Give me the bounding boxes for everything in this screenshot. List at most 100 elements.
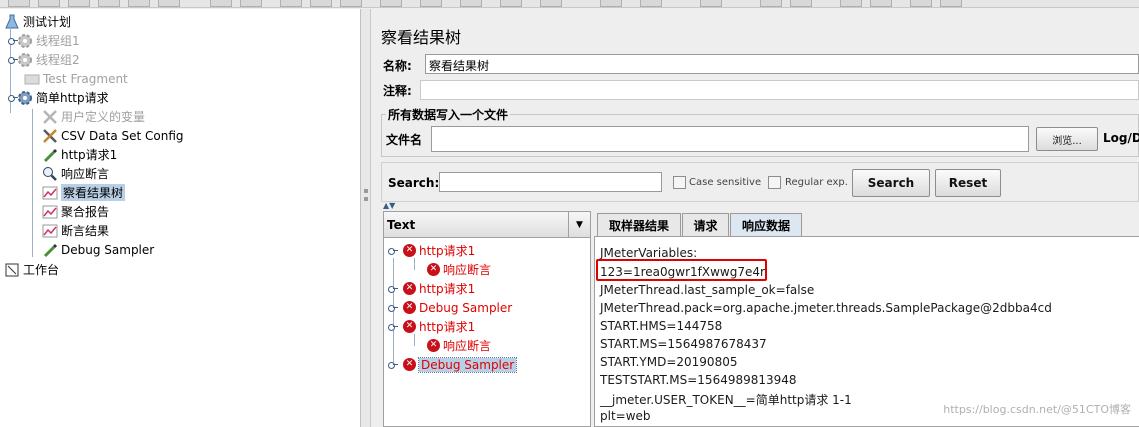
toolbar-button[interactable] <box>420 0 442 7</box>
tree-item-test-fragment[interactable]: Test Fragment <box>24 69 128 88</box>
pane-splitter[interactable] <box>361 9 371 427</box>
response-line: JMeterThread.pack=org.apache.jmeter.thre… <box>600 301 1052 315</box>
tree-item-aggregate-report[interactable]: 聚合报告 <box>42 202 109 221</box>
case-sensitive-checkbox[interactable] <box>673 176 686 189</box>
highlight-annotation <box>596 259 767 281</box>
name-label: 名称: <box>383 59 412 73</box>
toolbar-button[interactable] <box>8 0 30 7</box>
tree-item-assertion-results[interactable]: 断言结果 <box>42 221 109 240</box>
tree-item-label: http请求1 <box>61 148 118 162</box>
file-output-group-title: 所有数据写入一个文件 <box>386 106 511 123</box>
toolbar-button[interactable] <box>158 0 180 7</box>
tree-toggle-icon[interactable] <box>388 303 398 312</box>
gear-icon <box>17 90 33 106</box>
magnifier-icon <box>42 166 58 182</box>
search-button[interactable]: Search <box>852 169 930 197</box>
toolbar-button[interactable] <box>640 0 662 7</box>
tree-item-debug-sampler[interactable]: Debug Sampler <box>42 240 154 259</box>
result-item[interactable]: ✕ 响应断言 <box>427 336 491 355</box>
response-line: START.YMD=20190805 <box>600 355 738 369</box>
tree-item-workbench[interactable]: 工作台 <box>4 260 59 279</box>
toolbar-button[interactable] <box>280 0 302 7</box>
error-shield-icon: ✕ <box>427 339 440 352</box>
response-line: START.HMS=144758 <box>600 319 723 333</box>
result-item-label: http请求1 <box>419 282 476 296</box>
toolbar-button[interactable] <box>240 0 262 7</box>
tree-item-simple-http[interactable]: 简单http请求 <box>8 88 109 107</box>
regex-checkbox[interactable] <box>768 176 781 189</box>
tree-toggle-icon[interactable] <box>8 55 18 64</box>
tree-item-test-plan[interactable]: 测试计划 <box>4 12 71 31</box>
result-item[interactable]: ✕ 响应断言 <box>427 260 491 279</box>
pipette-icon <box>42 147 58 163</box>
toolbar-button[interactable] <box>500 0 522 7</box>
tree-toggle-icon[interactable] <box>388 284 398 293</box>
toolbar-button[interactable] <box>68 0 90 7</box>
toolbar-button[interactable] <box>760 0 782 7</box>
tab-request[interactable]: 请求 <box>682 213 729 236</box>
toolbar-button[interactable] <box>128 0 150 7</box>
toolbar-button[interactable] <box>940 0 962 7</box>
comment-label: 注释: <box>383 84 412 98</box>
toolbar-button[interactable] <box>840 0 862 7</box>
toolbar-button[interactable] <box>38 0 60 7</box>
result-item-label: Debug Sampler <box>417 356 518 373</box>
tree-toggle-icon[interactable] <box>8 36 18 45</box>
toolbar-button[interactable] <box>210 0 232 7</box>
browse-button[interactable]: 浏览... <box>1036 127 1098 151</box>
result-item-label: http请求1 <box>419 320 476 334</box>
tree-toggle-icon[interactable] <box>388 322 398 331</box>
result-item[interactable]: ✕ http请求1 <box>388 317 475 336</box>
tree-item-response-assertion[interactable]: 响应断言 <box>42 164 109 183</box>
result-item-selected[interactable]: ✕ Debug Sampler <box>388 355 518 374</box>
tree-item-label: 简单http请求 <box>36 91 109 105</box>
tree-item-thread-group-2[interactable]: 线程组2 <box>8 50 80 69</box>
tree-item-csv-config[interactable]: CSV Data Set Config <box>42 126 184 145</box>
response-line: JMeterThread.last_sample_ok=false <box>600 283 815 297</box>
toolbar-button[interactable] <box>600 0 622 7</box>
toolbar-button[interactable] <box>98 0 120 7</box>
toolbar-button[interactable] <box>790 0 812 7</box>
tab-response-data[interactable]: 响应数据 <box>730 213 802 236</box>
name-field[interactable]: 察看结果树 <box>425 54 1139 74</box>
result-item[interactable]: ✕ http请求1 <box>388 241 475 260</box>
regex-label: Regular exp. <box>785 177 848 188</box>
tree-item-view-results-tree[interactable]: 察看结果树 <box>42 183 126 202</box>
tab-sampler-result[interactable]: 取样器结果 <box>597 213 681 236</box>
search-input[interactable] <box>439 172 662 192</box>
toolbar-button[interactable] <box>310 0 332 7</box>
tree-toggle-icon[interactable] <box>388 246 398 255</box>
toolbar-button[interactable] <box>460 0 482 7</box>
toolbar-button[interactable] <box>910 0 932 7</box>
error-shield-icon: ✕ <box>403 244 416 257</box>
result-item-label: 响应断言 <box>443 339 492 353</box>
error-shield-icon: ✕ <box>403 301 416 314</box>
tree-item-label: Test Fragment <box>43 71 128 86</box>
response-line: TESTSTART.MS=1564989813948 <box>600 373 797 387</box>
collapse-arrows-icon[interactable]: ▲▼ <box>383 201 395 210</box>
tree-item-label: 聚合报告 <box>61 205 110 219</box>
tree-toggle-icon[interactable] <box>8 93 18 102</box>
toolbar-button[interactable] <box>540 0 562 7</box>
result-item[interactable]: ✕ http请求1 <box>388 279 475 298</box>
tree-item-http-request-1[interactable]: http请求1 <box>42 145 117 164</box>
toolbar-button[interactable] <box>870 0 892 7</box>
result-item[interactable]: ✕ Debug Sampler <box>388 298 512 317</box>
response-line: START.MS=1564987678437 <box>600 337 767 351</box>
tree-item-thread-group-1[interactable]: 线程组1 <box>8 31 80 50</box>
toolbar-button[interactable] <box>380 0 402 7</box>
renderer-select[interactable]: Text ▼ <box>384 212 590 238</box>
tools-icon <box>42 128 58 144</box>
tree-item-label: Debug Sampler <box>61 242 155 257</box>
result-item-label: http请求1 <box>419 244 476 258</box>
tree-toggle-icon[interactable] <box>388 360 398 369</box>
tree-item-user-vars[interactable]: 用户定义的变量 <box>42 107 145 126</box>
flask-icon <box>4 14 20 30</box>
toolbar-button[interactable] <box>340 0 362 7</box>
comment-field[interactable] <box>420 80 1139 100</box>
filename-field[interactable] <box>431 126 1029 152</box>
gear-icon <box>17 33 33 49</box>
reset-button[interactable]: Reset <box>935 169 1001 197</box>
chevron-down-icon[interactable]: ▼ <box>568 212 590 237</box>
toolbar-button[interactable] <box>700 0 722 7</box>
